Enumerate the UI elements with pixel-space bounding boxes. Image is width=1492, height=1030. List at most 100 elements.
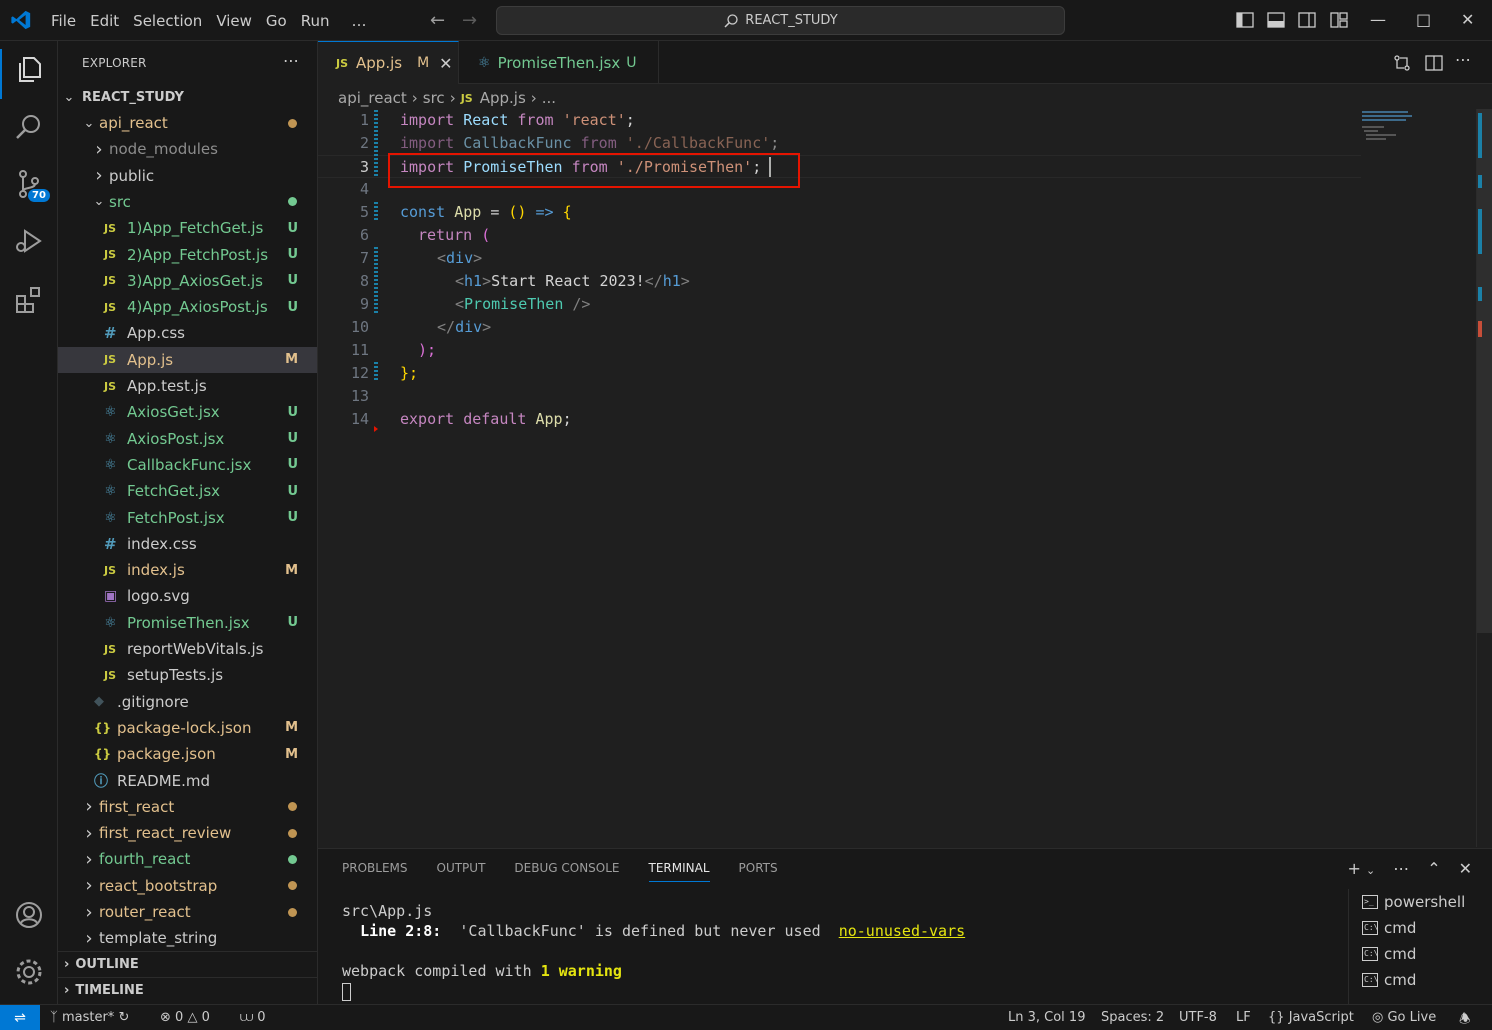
folder-item[interactable]: ⌄ api_react	[58, 110, 317, 136]
tab-app-js[interactable]: JS App.js M ✕	[318, 41, 459, 84]
timeline-section[interactable]: › TIMELINE	[58, 977, 317, 1003]
file-item[interactable]: ▣ logo.svg	[58, 583, 317, 609]
extensions-icon[interactable]	[13, 284, 45, 316]
terminal-item-cmd[interactable]: C:\ cmd	[1349, 915, 1492, 941]
folder-item[interactable]: › first_react_review	[58, 820, 317, 846]
editor-scrollbar[interactable]	[1476, 109, 1492, 847]
file-item[interactable]: JS 1)App_FetchGet.js U	[58, 215, 317, 241]
breadcrumb-folder[interactable]: src	[423, 89, 445, 107]
forward-arrow-icon[interactable]: →	[462, 10, 477, 31]
file-item[interactable]: ◆ .gitignore	[58, 689, 317, 715]
folder-item[interactable]: › public	[58, 163, 317, 189]
explorer-icon[interactable]	[13, 53, 45, 85]
more-actions-icon[interactable]: ⋯	[1393, 859, 1409, 878]
close-tab-icon[interactable]: ✕	[439, 54, 452, 73]
gutter-modified-marker[interactable]	[374, 247, 378, 315]
more-actions-icon[interactable]: ⋯	[283, 51, 299, 70]
problems-count[interactable]: ⊗ 0 △ 0	[160, 1010, 210, 1025]
file-item[interactable]: ⚛ FetchGet.jsx U	[58, 478, 317, 504]
gutter-modified-marker[interactable]	[374, 362, 378, 382]
file-item[interactable]: ⚛ AxiosPost.jsx U	[58, 426, 317, 452]
toggle-panel-icon[interactable]	[1267, 11, 1285, 29]
outline-section[interactable]: › OUTLINE	[58, 951, 317, 977]
tab-terminal[interactable]: TERMINAL	[648, 861, 710, 882]
menu-more[interactable]: …	[345, 12, 374, 30]
file-item[interactable]: JS index.js M	[58, 557, 317, 583]
cursor-position[interactable]: Ln 3, Col 19	[1008, 1010, 1085, 1025]
maximize-icon[interactable]: □	[1416, 10, 1431, 29]
split-editor-icon[interactable]	[1425, 54, 1443, 72]
file-item[interactable]: JS reportWebVitals.js	[58, 636, 317, 662]
folder-item[interactable]: › router_react	[58, 899, 317, 925]
file-item[interactable]: # index.css	[58, 531, 317, 557]
file-item[interactable]: JS 4)App_AxiosPost.js U	[58, 294, 317, 320]
code-editor[interactable]: 1 import React from 'react'; 2 import Call…	[318, 109, 1476, 847]
gutter-modified-marker[interactable]	[374, 202, 378, 222]
folder-item[interactable]: › first_react	[58, 794, 317, 820]
terminal-item-powershell[interactable]: >_ powershell	[1349, 889, 1492, 915]
file-item[interactable]: ⚛ PromiseThen.jsx U	[58, 610, 317, 636]
notifications-bell-icon[interactable]: 🕭	[1459, 1010, 1471, 1030]
encoding[interactable]: UTF-8	[1179, 1010, 1217, 1025]
menu-edit[interactable]: Edit	[83, 12, 126, 30]
folder-item[interactable]: ⌄ src	[58, 189, 317, 215]
file-item[interactable]: # App.css	[58, 320, 317, 346]
menu-view[interactable]: View	[209, 12, 259, 30]
terminal-output[interactable]: src\App.js Line 2:8: 'CallbackFunc' is d…	[342, 901, 965, 1001]
file-item[interactable]: JS App.js M	[58, 346, 317, 373]
indentation[interactable]: Spaces: 2	[1101, 1010, 1164, 1025]
menu-go[interactable]: Go	[259, 12, 294, 30]
toggle-secondary-sidebar-icon[interactable]	[1298, 11, 1316, 29]
terminal-item-cmd[interactable]: C:\ cmd	[1349, 941, 1492, 967]
close-panel-icon[interactable]: ✕	[1459, 859, 1472, 878]
more-actions-icon[interactable]: ⋯	[1455, 50, 1471, 69]
manage-gear-icon[interactable]	[13, 956, 45, 988]
breadcrumb-symbol[interactable]: ...	[542, 89, 556, 107]
file-item[interactable]: JS 2)App_FetchPost.js U	[58, 242, 317, 268]
file-item[interactable]: {} package-lock.json M	[58, 715, 317, 741]
tab-problems[interactable]: PROBLEMS	[342, 861, 408, 882]
breadcrumb-folder[interactable]: api_react	[338, 89, 407, 107]
command-center-search[interactable]: REACT_STUDY	[496, 6, 1065, 35]
maximize-panel-icon[interactable]: ⌃	[1427, 859, 1440, 878]
new-terminal-icon[interactable]: + ⌄	[1347, 859, 1375, 878]
terminal-item-cmd[interactable]: C:\ cmd	[1349, 967, 1492, 993]
tab-promisethen-jsx[interactable]: ⚛ PromiseThen.jsx U	[459, 41, 659, 84]
file-item[interactable]: JS setupTests.js	[58, 662, 317, 688]
workspace-root[interactable]: ⌄ REACT_STUDY	[58, 84, 317, 110]
customize-layout-icon[interactable]	[1330, 11, 1348, 29]
ports-count[interactable]: ⩊ 0	[240, 1010, 266, 1025]
menu-file[interactable]: File	[44, 12, 83, 30]
open-changes-icon[interactable]	[1393, 54, 1411, 72]
close-window-icon[interactable]: ✕	[1461, 10, 1474, 29]
search-icon[interactable]	[13, 111, 45, 143]
back-arrow-icon[interactable]: ←	[430, 10, 445, 31]
remote-indicator-icon[interactable]: ⇌	[0, 1004, 40, 1030]
accounts-icon[interactable]	[13, 899, 45, 931]
menu-selection[interactable]: Selection	[126, 12, 209, 30]
file-item[interactable]: ⚛ FetchPost.jsx U	[58, 505, 317, 531]
file-item[interactable]: JS App.test.js	[58, 373, 317, 399]
file-item[interactable]: ⚛ CallbackFunc.jsx U	[58, 452, 317, 478]
tab-output[interactable]: OUTPUT	[437, 861, 486, 882]
file-item[interactable]: ⚛ AxiosGet.jsx U	[58, 399, 317, 425]
toggle-primary-sidebar-icon[interactable]	[1236, 11, 1254, 29]
breadcrumb-file[interactable]: App.js	[480, 89, 526, 107]
go-live[interactable]: ◎ Go Live	[1372, 1010, 1436, 1025]
tab-debug-console[interactable]: DEBUG CONSOLE	[514, 861, 619, 882]
language-mode[interactable]: {} JavaScript	[1268, 1010, 1354, 1025]
folder-item[interactable]: › react_bootstrap	[58, 873, 317, 899]
tab-ports[interactable]: PORTS	[739, 861, 778, 882]
file-item[interactable]: JS 3)App_AxiosGet.js U	[58, 268, 317, 294]
menu-run[interactable]: Run	[294, 12, 337, 30]
folder-item[interactable]: › template_string	[58, 925, 317, 951]
gutter-deleted-marker[interactable]	[374, 426, 378, 432]
line-ending[interactable]: LF	[1236, 1010, 1251, 1025]
git-branch[interactable]: ᛉ master* ↻	[50, 1010, 129, 1025]
run-debug-icon[interactable]	[13, 225, 45, 257]
gutter-modified-marker[interactable]	[374, 110, 378, 178]
file-item[interactable]: {} package.json M	[58, 741, 317, 767]
file-item[interactable]: ⓘ README.md	[58, 768, 317, 794]
folder-item[interactable]: › node_modules	[58, 136, 317, 162]
minimap[interactable]	[1360, 109, 1420, 149]
